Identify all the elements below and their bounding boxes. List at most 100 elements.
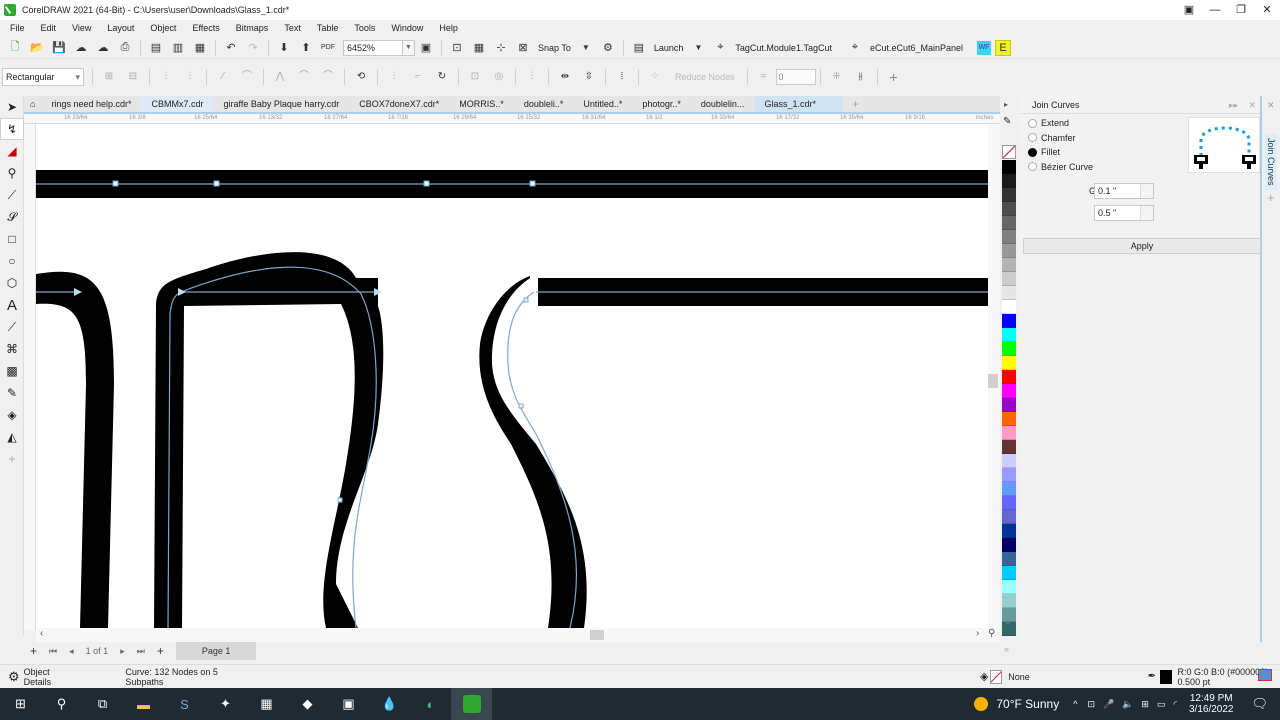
to-curve-icon[interactable]: ⌒	[237, 69, 257, 85]
radio-button[interactable]	[1028, 133, 1037, 143]
menu-table[interactable]: Table	[317, 23, 339, 33]
reflect-vertical-icon[interactable]: ⇳	[579, 69, 599, 85]
align-nodes-icon[interactable]: ⫶	[522, 69, 542, 85]
radio-button[interactable]	[1028, 118, 1037, 128]
options-gear-icon[interactable]: ⚙	[599, 40, 617, 56]
doc-tab[interactable]: CBMMx7.cdr	[141, 96, 214, 112]
doc-tab[interactable]: photogr..*	[632, 96, 691, 112]
home-tab-icon[interactable]: ⌂	[24, 96, 41, 112]
radio-button-selected[interactable]	[1028, 147, 1037, 157]
weather-text[interactable]: 70°F Sunny	[996, 697, 1059, 711]
add-node-icon[interactable]: ⊞	[99, 69, 119, 85]
vertical-scrollbar[interactable]	[988, 124, 1000, 628]
outline-color-swatch[interactable]	[1160, 669, 1172, 684]
color-swatch[interactable]	[1002, 230, 1016, 244]
windows-start-icon[interactable]: ⊞	[0, 688, 41, 720]
color-management-icon[interactable]	[1258, 669, 1272, 681]
meet-icon[interactable]: ⊡	[1087, 699, 1095, 710]
battery-icon[interactable]: ▭	[1157, 699, 1166, 710]
color-swatch[interactable]	[1002, 482, 1016, 496]
color-swatch[interactable]	[1002, 566, 1016, 580]
doc-tab[interactable]: doubleli..*	[514, 96, 574, 112]
rotate-nodes-icon[interactable]: ◎	[489, 69, 509, 85]
rulers-icon[interactable]: ⊡	[448, 40, 466, 56]
color-swatch[interactable]	[1002, 188, 1016, 202]
color-swatch[interactable]	[1002, 510, 1016, 524]
color-swatch[interactable]	[1002, 244, 1016, 258]
first-page-icon[interactable]: ⏮	[49, 646, 57, 657]
color-swatch[interactable]	[1002, 412, 1016, 426]
color-swatch[interactable]	[1002, 524, 1016, 538]
docker-close-icon[interactable]: ✕	[1248, 96, 1256, 114]
palette-expand-icon[interactable]: »	[1004, 644, 1009, 654]
volume-icon[interactable]: 🔈	[1122, 699, 1133, 710]
launch-dropdown-icon[interactable]: ▼	[689, 40, 707, 56]
color-swatch[interactable]	[1002, 356, 1016, 370]
menu-text[interactable]: Text	[284, 23, 301, 33]
scroll-left-icon[interactable]: ‹	[40, 628, 43, 639]
search-icon[interactable]: ⚲	[41, 688, 82, 720]
full-screen-icon[interactable]: ▣	[417, 40, 435, 56]
close-curve-icon[interactable]: ↻	[432, 69, 452, 85]
color-swatch[interactable]	[1002, 426, 1016, 440]
color-swatch[interactable]	[1002, 342, 1016, 356]
wifi-icon[interactable]: ◜	[1173, 699, 1177, 710]
new-document-icon[interactable]: 🗋	[6, 40, 24, 56]
crop-tool-icon[interactable]: ◢	[0, 140, 24, 162]
extend-curve-icon[interactable]: ⫶	[384, 69, 404, 85]
app-drop-icon[interactable]: 💧	[369, 688, 410, 720]
next-page-icon[interactable]: ▸	[120, 646, 125, 657]
guidelines-icon[interactable]: ⊹	[492, 40, 510, 56]
pdf-icon[interactable]: PDF	[319, 40, 337, 56]
export-icon[interactable]: ⬆	[297, 40, 315, 56]
cloud-download-icon[interactable]: ☁	[72, 40, 90, 56]
color-swatch[interactable]	[1002, 258, 1016, 272]
palette-flyout-icon[interactable]: ▸	[1004, 100, 1008, 109]
side-tab-join-curves[interactable]: Join Curves	[1265, 134, 1277, 190]
to-line-icon[interactable]: ⁄	[213, 69, 233, 85]
shape-tool-icon[interactable]: ↯	[0, 118, 24, 140]
zoom-dropdown[interactable]: ▼	[403, 39, 415, 56]
rectangle-tool-icon[interactable]: □	[0, 228, 24, 250]
cloud-upload-icon[interactable]: ☁	[94, 40, 112, 56]
zoom-navigator-icon[interactable]: ⚲	[988, 628, 995, 639]
envelope-tool-icon[interactable]: ⌘	[0, 338, 24, 360]
doc-tab[interactable]: Untitled..*	[573, 96, 632, 112]
color-swatch[interactable]	[1002, 174, 1016, 188]
horizontal-scrollbar[interactable]: ‹ › ⚲	[36, 628, 1000, 642]
pick-tool-icon[interactable]: ➤	[0, 96, 24, 118]
doc-tab[interactable]: CBOX7doneX7.cdr*	[349, 96, 449, 112]
selection-mode-dropdown[interactable]: Rectangular	[2, 68, 84, 86]
paste-icon[interactable]: ▦	[191, 40, 209, 56]
doc-tab[interactable]: doublelin...	[691, 96, 755, 112]
radius-input[interactable]: 0.5 "	[1094, 205, 1154, 221]
delete-node-icon[interactable]: ⊟	[123, 69, 143, 85]
transparency-tool-icon[interactable]: ▩	[0, 360, 24, 382]
prev-page-icon[interactable]: ◂	[69, 646, 74, 657]
color-eyedropper-icon[interactable]: ✎	[1003, 116, 1011, 127]
task-view-icon[interactable]: ⧉	[82, 688, 123, 720]
break-curve-icon[interactable]: ⫶	[180, 69, 200, 85]
select-all-nodes-icon[interactable]: ⁘	[645, 69, 665, 85]
color-swatch[interactable]	[1002, 202, 1016, 216]
doc-tab-active[interactable]: Glass_1.cdr*	[754, 96, 842, 112]
apply-button[interactable]: Apply	[1023, 238, 1261, 254]
menu-help[interactable]: Help	[439, 23, 458, 33]
coreldraw-taskbar-icon[interactable]	[451, 688, 492, 720]
color-swatch[interactable]	[1002, 594, 1016, 608]
macro-tagcut-button[interactable]: TagCut.Module1.TagCut	[735, 43, 832, 53]
doc-tab[interactable]: MORRIS..*	[449, 96, 514, 112]
color-swatch[interactable]	[1002, 398, 1016, 412]
color-swatch[interactable]	[1002, 384, 1016, 398]
polygon-tool-icon[interactable]: ⬡	[0, 272, 24, 294]
node-marquee-icon[interactable]: ⁜	[827, 69, 847, 85]
microphone-icon[interactable]: 🎤	[1103, 699, 1114, 710]
horizontal-ruler[interactable]: 16 23/64 16 3/8 16 25/64 16 13/32 16 27/…	[24, 112, 1000, 124]
color-swatch[interactable]	[1002, 496, 1016, 510]
no-fill-swatch[interactable]	[990, 669, 1003, 684]
doc-tab[interactable]: rings need help.cdr*	[41, 96, 141, 112]
artwork[interactable]	[36, 124, 988, 628]
color-swatch[interactable]	[1002, 552, 1016, 566]
network-icon[interactable]: ⊞	[1141, 699, 1149, 710]
wf-button[interactable]: WF	[977, 40, 992, 55]
